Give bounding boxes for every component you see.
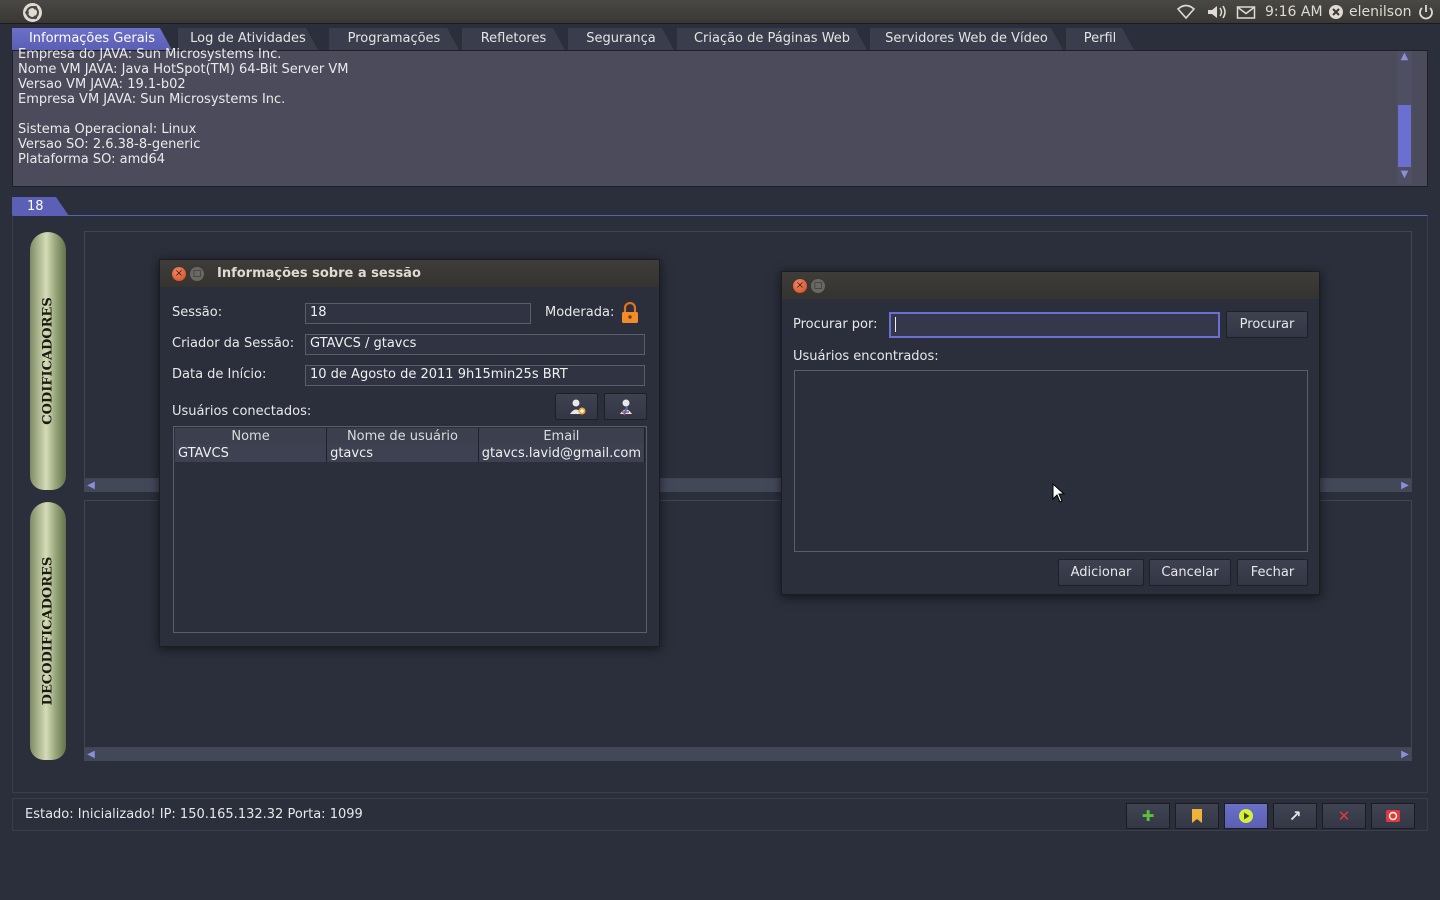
creator-label: Criador da Sessão:: [172, 336, 295, 351]
exit-button[interactable]: ↗: [1273, 803, 1317, 829]
volume-icon[interactable]: [1206, 2, 1228, 22]
column-header-nome[interactable]: Nome: [175, 428, 328, 444]
close-button[interactable]: Fechar: [1237, 559, 1308, 586]
dialog-titlebar[interactable]: × □: [782, 272, 1319, 299]
play-icon: [1239, 809, 1253, 823]
creator-field[interactable]: GTAVCS / gtavcs: [305, 334, 645, 355]
cancel-button[interactable]: Cancelar: [1149, 559, 1231, 586]
arrow-up-right-icon: ↗: [1288, 807, 1302, 825]
text-cursor: [895, 317, 896, 332]
remove-user-button[interactable]: [604, 393, 647, 420]
start-date-label: Data de Início:: [172, 367, 267, 382]
plus-icon: ✚: [1141, 807, 1155, 825]
stop-button[interactable]: [1371, 803, 1415, 829]
table-cell-nome[interactable]: GTAVCS: [175, 444, 328, 462]
found-users-label: Usuários encontrados:: [793, 349, 939, 364]
alarm-icon: [1386, 810, 1400, 822]
tab-programacoes[interactable]: Programações: [329, 28, 459, 50]
wifi-icon[interactable]: [1176, 2, 1196, 22]
x-icon: ✕: [1337, 807, 1351, 825]
power-icon[interactable]: [1417, 2, 1435, 22]
add-user-icon: [569, 399, 585, 415]
user-name[interactable]: elenilson: [1349, 2, 1412, 22]
close-icon[interactable]: ×: [172, 267, 186, 281]
search-label: Procurar por:: [793, 317, 878, 332]
session-tab[interactable]: 18: [12, 197, 69, 216]
add-user-button[interactable]: [555, 393, 598, 420]
column-header-email[interactable]: Email: [478, 428, 646, 444]
decodificadores-label[interactable]: DECODIFICADORES: [30, 502, 66, 760]
scroll-left-arrow-icon[interactable]: ◀: [84, 479, 98, 492]
info-vertical-scrollbar[interactable]: ▲ ▼: [1397, 51, 1412, 184]
mouse-pointer-icon: [1052, 482, 1066, 503]
info-line: Sistema Operacional: Linux: [18, 122, 197, 137]
ubuntu-logo-icon[interactable]: [22, 2, 43, 23]
tab-refletores[interactable]: Refletores: [462, 28, 565, 50]
tab-servidores-web-de-video[interactable]: Servidores Web de Vídeo: [870, 28, 1063, 50]
info-line: Empresa do JAVA: Sun Microsystems Inc.: [18, 47, 282, 62]
scrollbar-thumb[interactable]: [1398, 105, 1411, 167]
add-button-toolbar[interactable]: ✚: [1126, 803, 1170, 829]
tab-seguranca[interactable]: Segurança: [568, 28, 674, 50]
info-line: Nome VM JAVA: Java HotSpot(TM) 64-Bit Se…: [18, 62, 349, 77]
table-cell-nome-usuario[interactable]: gtavcs: [326, 444, 479, 462]
status-text: Estado: Inicializado! IP: 150.165.132.32…: [25, 807, 363, 822]
info-line: Versao SO: 2.6.38-8-generic: [18, 137, 201, 152]
search-input[interactable]: [889, 312, 1220, 338]
info-line: Empresa VM JAVA: Sun Microsystems Inc.: [18, 92, 286, 107]
scroll-right-arrow-icon[interactable]: ▶: [1398, 748, 1412, 761]
start-date-field[interactable]: 10 de Agosto de 2011 9h15min25s BRT: [305, 365, 645, 386]
codificadores-label[interactable]: CODIFICADORES: [30, 232, 66, 490]
system-info-textarea[interactable]: Empresa do JAVA: Sun Microsystems Inc. N…: [12, 47, 1428, 187]
info-line: Plataforma SO: amd64: [18, 152, 166, 167]
delete-button[interactable]: ✕: [1322, 803, 1366, 829]
maximize-icon[interactable]: □: [190, 267, 204, 281]
close-icon[interactable]: ×: [793, 279, 807, 293]
moderated-label: Moderada:: [545, 305, 615, 320]
clock[interactable]: 9:16 AM: [1265, 2, 1323, 22]
add-button[interactable]: Adicionar: [1058, 559, 1144, 586]
dialog-titlebar[interactable]: × □ Informações sobre a sessão: [160, 260, 659, 287]
top-panel: 9:16 AM elenilson: [0, 0, 1440, 24]
search-users-dialog: × □ Procurar por: Procurar Usuários enco…: [781, 271, 1320, 595]
scroll-right-arrow-icon[interactable]: ▶: [1398, 479, 1412, 492]
session-info-dialog: × □ Informações sobre a sessão Sessão: 1…: [159, 259, 660, 647]
search-button[interactable]: Procurar: [1226, 311, 1308, 338]
tab-criacao-de-paginas-web[interactable]: Criação de Páginas Web: [677, 28, 867, 50]
session-field[interactable]: 18: [305, 303, 531, 324]
maximize-icon[interactable]: □: [811, 279, 825, 293]
connected-users-table[interactable]: Nome Nome de usuário Email GTAVCS gtavcs…: [173, 426, 647, 633]
play-button[interactable]: [1224, 803, 1268, 829]
scroll-up-arrow-icon[interactable]: ▲: [1397, 51, 1412, 65]
column-header-nome-usuario[interactable]: Nome de usuário: [326, 428, 479, 444]
table-row[interactable]: GTAVCS gtavcs gtavcs.lavid@gmail.com: [175, 444, 646, 462]
decodificadores-text: DECODIFICADORES: [40, 556, 56, 706]
table-cell-email[interactable]: gtavcs.lavid@gmail.com: [478, 444, 646, 462]
remove-user-icon: [619, 399, 632, 416]
mail-icon[interactable]: [1236, 2, 1256, 22]
info-line: Versao VM JAVA: 19.1-b02: [18, 77, 186, 92]
bookmark-button[interactable]: [1175, 803, 1219, 829]
scroll-left-arrow-icon[interactable]: ◀: [84, 748, 98, 761]
found-users-list[interactable]: [794, 370, 1308, 552]
session-label: Sessão:: [172, 305, 223, 320]
tab-perfil[interactable]: Perfil: [1066, 28, 1134, 50]
codificadores-text: CODIFICADORES: [40, 297, 56, 425]
decoders-horizontal-scrollbar[interactable]: ◀ ▶: [84, 748, 1412, 761]
status-x-icon[interactable]: [1328, 2, 1346, 22]
dialog-title: Informações sobre a sessão: [217, 266, 421, 281]
connected-users-label: Usuários conectados:: [172, 404, 312, 419]
lock-icon[interactable]: [620, 301, 640, 324]
bookmark-icon: [1192, 809, 1202, 823]
scroll-down-arrow-icon[interactable]: ▼: [1397, 169, 1412, 183]
